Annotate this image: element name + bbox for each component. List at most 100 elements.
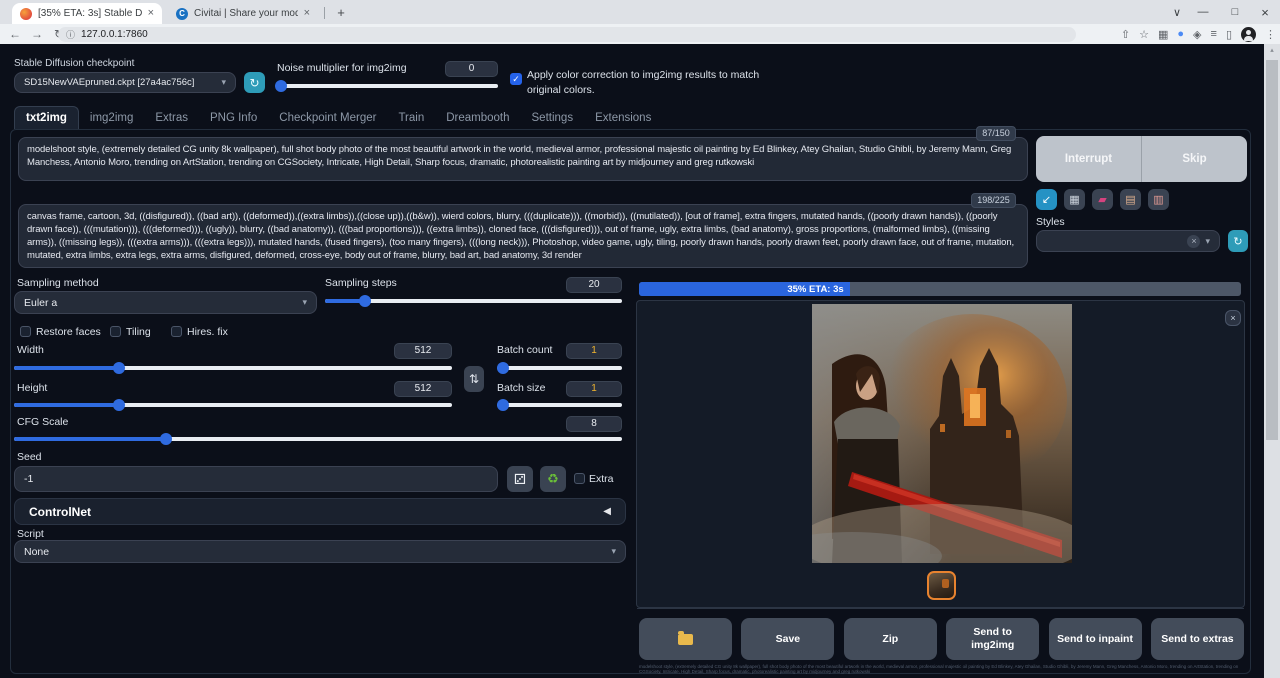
seed-input[interactable]: -1 — [14, 466, 498, 492]
negative-prompt-textarea[interactable]: canvas frame, cartoon, 3d, ((disfigured)… — [18, 204, 1028, 268]
noise-multiplier-value[interactable]: 0 — [445, 61, 498, 77]
close-preview-button[interactable]: × — [1225, 310, 1241, 326]
extra-networks-button[interactable]: ▰ — [1092, 189, 1113, 210]
prompt-textarea[interactable]: modelshoot style, (extremely detailed CG… — [18, 137, 1028, 181]
browser-tab-civitai[interactable]: C Civitai | Share your models × — [168, 3, 318, 24]
window-close-button[interactable]: × — [1248, 0, 1280, 24]
sampling-method-select[interactable]: Euler a ▾ — [14, 291, 317, 314]
tab-checkpoint-merger[interactable]: Checkpoint Merger — [268, 107, 387, 129]
width-value[interactable]: 512 — [394, 343, 452, 359]
close-tab-icon[interactable]: × — [148, 8, 154, 19]
tab-png-info[interactable]: PNG Info — [199, 107, 268, 129]
clear-styles-icon[interactable]: × — [1187, 235, 1200, 248]
height-slider[interactable] — [14, 403, 452, 407]
tab-txt2img[interactable]: txt2img — [14, 106, 79, 129]
batch-size-slider[interactable] — [497, 403, 622, 407]
tab-extras[interactable]: Extras — [144, 107, 199, 129]
slider-thumb[interactable] — [275, 80, 287, 92]
paste-params-button[interactable]: ↙ — [1036, 189, 1057, 210]
sampling-steps-value[interactable]: 20 — [566, 277, 622, 293]
batch-size-value[interactable]: 1 — [566, 381, 622, 397]
slider-thumb[interactable] — [497, 362, 509, 374]
save-button[interactable]: Save — [741, 618, 834, 660]
main-tab-bar: txt2img img2img Extras PNG Info Checkpoi… — [14, 106, 662, 129]
tab-extensions[interactable]: Extensions — [584, 107, 662, 129]
bookmark-star-icon[interactable]: ☆ — [1139, 28, 1149, 41]
scrollbar-up-icon[interactable]: ▴ — [1264, 46, 1280, 54]
reuse-seed-recycle-button[interactable]: ♻ — [540, 466, 566, 492]
styles-select[interactable]: × ▾ — [1036, 230, 1220, 252]
window-minimize-button[interactable]: — — [1186, 0, 1220, 24]
cfg-scale-value[interactable]: 8 — [566, 416, 622, 432]
tab-title: Civitai | Share your models — [194, 8, 298, 19]
skip-button[interactable]: Skip — [1142, 136, 1247, 182]
folder-icon — [678, 634, 693, 645]
tab-train[interactable]: Train — [387, 107, 435, 129]
site-info-icon[interactable]: ⓘ — [66, 28, 75, 41]
tab-settings[interactable]: Settings — [521, 107, 585, 129]
slider-thumb[interactable] — [497, 399, 509, 411]
share-icon[interactable]: ⇧ — [1121, 28, 1130, 41]
scrollbar-thumb[interactable] — [1266, 60, 1278, 440]
send-to-inpaint-button[interactable]: Send to inpaint — [1049, 618, 1142, 660]
noise-multiplier-label: Noise multiplier for img2img — [277, 62, 407, 74]
page-scrollbar[interactable]: ▴ — [1264, 44, 1280, 678]
browser-tab-stable-diffusion[interactable]: [35% ETA: 3s] Stable Diffusion × — [12, 3, 162, 24]
gallery-thumbnail[interactable] — [927, 571, 956, 600]
color-correction-label: Apply color correction to img2img result… — [527, 68, 779, 97]
slider-thumb[interactable] — [359, 295, 371, 307]
apply-styles-button[interactable]: ▤ — [1120, 189, 1141, 210]
sampling-steps-slider[interactable] — [325, 299, 622, 303]
browser-menu-icon[interactable]: ⋮ — [1265, 28, 1276, 41]
checkpoint-value: SD15NewVAEpruned.ckpt [27a4ac756c] — [24, 77, 194, 88]
address-bar[interactable]: ⓘ 127.0.0.1:7860 — [58, 27, 1076, 42]
slider-thumb[interactable] — [160, 433, 172, 445]
zip-button[interactable]: Zip — [844, 618, 937, 660]
tab-dreambooth[interactable]: Dreambooth — [435, 107, 520, 129]
send-to-extras-button[interactable]: Send to extras — [1151, 618, 1244, 660]
interrupt-button[interactable]: Interrupt — [1036, 136, 1141, 182]
hires-fix-checkbox[interactable] — [171, 326, 182, 337]
extension-dot-icon[interactable]: ● — [1177, 28, 1184, 40]
height-value[interactable]: 512 — [394, 381, 452, 397]
cfg-scale-slider[interactable] — [14, 437, 622, 441]
controlnet-accordion[interactable]: ControlNet ◀ — [14, 498, 626, 525]
slider-thumb[interactable] — [113, 362, 125, 374]
random-seed-dice-button[interactable]: ⚂ — [507, 466, 533, 492]
color-correction-checkbox[interactable]: ✓ — [510, 73, 522, 85]
window-maximize-button[interactable]: □ — [1218, 0, 1252, 24]
profile-avatar[interactable] — [1241, 27, 1256, 42]
extension-grid-icon[interactable]: ▦ — [1158, 28, 1168, 41]
save-style-button[interactable]: ▥ — [1148, 189, 1169, 210]
forward-icon[interactable]: → — [26, 27, 48, 41]
swap-dimensions-button[interactable]: ⇅ — [464, 366, 484, 392]
close-tab-icon[interactable]: × — [304, 8, 310, 19]
restore-faces-checkbox[interactable] — [20, 326, 31, 337]
reading-list-icon[interactable]: ≡ — [1211, 28, 1217, 40]
run-button-group: Interrupt Skip — [1036, 136, 1247, 182]
noise-multiplier-slider[interactable] — [281, 84, 498, 88]
script-select[interactable]: None ▾ — [14, 540, 626, 563]
extensions-puzzle-icon[interactable]: ◈ — [1193, 28, 1201, 41]
new-tab-button[interactable]: + — [332, 4, 350, 22]
progress-fill: 35% ETA: 3s — [639, 282, 850, 296]
batch-count-slider[interactable] — [497, 366, 622, 370]
side-panel-icon[interactable]: ▯ — [1226, 28, 1232, 41]
checkpoint-select[interactable]: SD15NewVAEpruned.ckpt [27a4ac756c] ▾ — [14, 72, 236, 93]
refresh-checkpoint-button[interactable]: ↻ — [244, 72, 265, 93]
batch-count-value[interactable]: 1 — [566, 343, 622, 359]
slider-fill — [14, 366, 119, 370]
open-folder-button[interactable] — [639, 618, 732, 660]
seed-value: -1 — [24, 473, 33, 485]
seed-extra-checkbox[interactable] — [574, 473, 585, 484]
sampling-method-value: Euler a — [24, 297, 57, 309]
tab-img2img[interactable]: img2img — [79, 107, 144, 129]
clear-prompt-button[interactable]: ▦ — [1064, 189, 1085, 210]
width-slider[interactable] — [14, 366, 452, 370]
send-to-img2img-button[interactable]: Send to img2img — [946, 618, 1039, 660]
slider-thumb[interactable] — [113, 399, 125, 411]
tiling-checkbox[interactable] — [110, 326, 121, 337]
back-icon[interactable]: ← — [4, 27, 26, 41]
refresh-styles-button[interactable]: ↻ — [1228, 230, 1248, 252]
generated-image[interactable] — [812, 304, 1072, 563]
